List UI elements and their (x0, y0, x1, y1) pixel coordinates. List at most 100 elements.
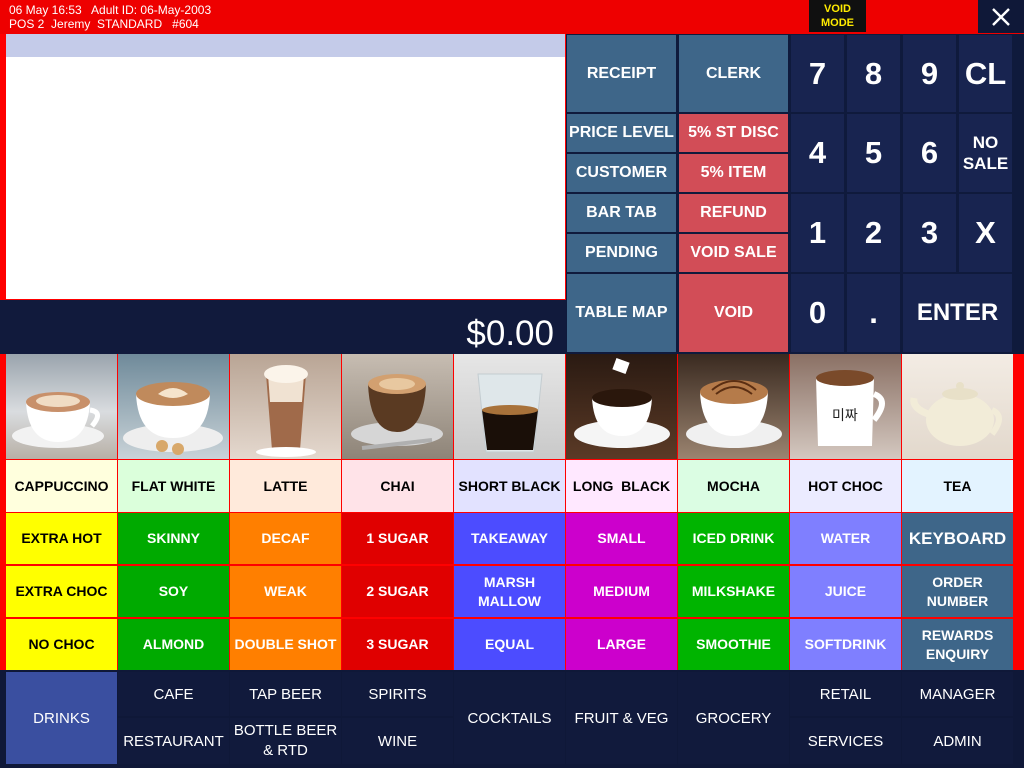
table-map-button[interactable]: TABLE MAP (567, 274, 676, 352)
product-label: SHORT BLACK (458, 478, 561, 494)
category-fruit-veg[interactable]: FRUIT & VEG (566, 672, 677, 764)
category-drinks[interactable]: DRINKS (6, 672, 117, 764)
item-disc-button[interactable]: 5% ITEM (679, 154, 788, 192)
modifier-2-sugar[interactable]: 2 SUGAR (342, 566, 453, 617)
cappuccino-image[interactable] (6, 354, 117, 459)
product-latte[interactable]: LATTE (230, 460, 341, 512)
no-sale-label: NO SALE (962, 133, 1009, 173)
product-mocha[interactable]: MOCHA (678, 460, 789, 512)
modifier-juice[interactable]: JUICE (790, 566, 901, 617)
modifier-soy[interactable]: SOY (118, 566, 229, 617)
product-chai[interactable]: CHAI (342, 460, 453, 512)
key-4[interactable]: 4 (791, 114, 844, 192)
price-level-button[interactable]: PRICE LEVEL (567, 114, 676, 152)
modifier-double-shot[interactable]: DOUBLE SHOT (230, 619, 341, 670)
mocha-image[interactable] (678, 354, 789, 459)
modifier-decaf[interactable]: DECAF (230, 513, 341, 564)
receipt-list[interactable] (6, 57, 565, 299)
close-button[interactable] (978, 0, 1024, 33)
modifier-softdrink[interactable]: SOFTDRINK (790, 619, 901, 670)
key-0-label: 0 (808, 295, 827, 330)
category-bottle-beer[interactable]: BOTTLE BEER & RTD (230, 718, 341, 764)
product-short-black[interactable]: SHORT BLACK (454, 460, 565, 512)
product-hot-choc[interactable]: HOT CHOC (790, 460, 901, 512)
short-black-image[interactable] (454, 354, 565, 459)
long-black-image[interactable] (566, 354, 677, 459)
modifier-label: ORDER NUMBER (926, 573, 989, 609)
product-flat-white[interactable]: FLAT WHITE (118, 460, 229, 512)
key-5[interactable]: 5 (847, 114, 900, 192)
void-sale-button[interactable]: VOID SALE (679, 234, 788, 272)
category-cafe[interactable]: CAFE (118, 672, 229, 716)
category-label: TAP BEER (249, 685, 322, 703)
flat-white-image[interactable] (118, 354, 229, 459)
modifier-weak[interactable]: WEAK (230, 566, 341, 617)
customer-button[interactable]: CUSTOMER (567, 154, 676, 192)
category-grocery[interactable]: GROCERY (678, 672, 789, 764)
category-cocktails[interactable]: COCKTAILS (454, 672, 565, 764)
latte-image[interactable] (230, 354, 341, 459)
modifier-order-number[interactable]: ORDER NUMBER (902, 566, 1013, 617)
bar-tab-button[interactable]: BAR TAB (567, 194, 676, 232)
category-wine[interactable]: WINE (342, 718, 453, 764)
key-8[interactable]: 8 (847, 35, 900, 112)
category-spirits[interactable]: SPIRITS (342, 672, 453, 716)
modifier-iced-drink[interactable]: ICED DRINK (678, 513, 789, 564)
enter-key[interactable]: ENTER (903, 274, 1012, 352)
category-manager[interactable]: MANAGER (902, 672, 1013, 716)
modifier-skinny[interactable]: SKINNY (118, 513, 229, 564)
tea-image[interactable] (902, 354, 1013, 459)
modifier-small[interactable]: SMALL (566, 513, 677, 564)
modifier-1-sugar[interactable]: 1 SUGAR (342, 513, 453, 564)
product-tea[interactable]: TEA (902, 460, 1013, 512)
modifier-label: ICED DRINK (692, 530, 775, 546)
no-sale-key[interactable]: NO SALE (959, 114, 1012, 192)
refund-button[interactable]: REFUND (679, 194, 788, 232)
modifier-3-sugar[interactable]: 3 SUGAR (342, 619, 453, 670)
key-6[interactable]: 6 (903, 114, 956, 192)
refund-label: REFUND (700, 204, 767, 221)
flat-white-cup-icon (123, 382, 223, 455)
multiply-key[interactable]: X (959, 194, 1012, 272)
modifier-large[interactable]: LARGE (566, 619, 677, 670)
product-cappuccino[interactable]: CAPPUCCINO (6, 460, 117, 512)
modifier-extra-choc[interactable]: EXTRA CHOC (6, 566, 117, 617)
modifier-smoothie[interactable]: SMOOTHIE (678, 619, 789, 670)
modifier-keyboard[interactable]: KEYBOARD (902, 513, 1013, 564)
modifier-equal[interactable]: EQUAL (454, 619, 565, 670)
receipt-button[interactable]: RECEIPT (567, 35, 676, 112)
modifier-takeaway[interactable]: TAKEAWAY (454, 513, 565, 564)
clear-key-label: CL (964, 55, 1007, 91)
category-restaurant[interactable]: RESTAURANT (118, 718, 229, 764)
modifier-label: NO CHOC (28, 636, 95, 652)
category-services[interactable]: SERVICES (790, 718, 901, 764)
modifier-extra-hot[interactable]: EXTRA HOT (6, 513, 117, 564)
decimal-key[interactable]: . (847, 274, 900, 352)
hot-choc-image[interactable]: 미짜 (790, 354, 901, 459)
key-1[interactable]: 1 (791, 194, 844, 272)
key-3[interactable]: 3 (903, 194, 956, 272)
category-admin[interactable]: ADMIN (902, 718, 1013, 764)
modifier-milkshake[interactable]: MILKSHAKE (678, 566, 789, 617)
category-retail[interactable]: RETAIL (790, 672, 901, 716)
modifier-almond[interactable]: ALMOND (118, 619, 229, 670)
modifier-rewards-enquiry[interactable]: REWARDS ENQUIRY (902, 619, 1013, 670)
key-2[interactable]: 2 (847, 194, 900, 272)
pending-button[interactable]: PENDING (567, 234, 676, 272)
st-disc-button[interactable]: 5% ST DISC (679, 114, 788, 152)
chai-image[interactable] (342, 354, 453, 459)
modifier-water[interactable]: WATER (790, 513, 901, 564)
modifier-no-choc[interactable]: NO CHOC (6, 619, 117, 670)
clear-key[interactable]: CL (959, 35, 1012, 112)
key-0[interactable]: 0 (791, 274, 844, 352)
void-button[interactable]: VOID (679, 274, 788, 352)
product-long-black[interactable]: LONG BLACK (566, 460, 677, 512)
terminal-info-line: POS 2 Jeremy STANDARD #604 (9, 17, 199, 31)
modifier-marsh-mallow[interactable]: MARSH MALLOW (454, 566, 565, 617)
category-tap-beer[interactable]: TAP BEER (230, 672, 341, 716)
key-9[interactable]: 9 (903, 35, 956, 112)
void-mode-badge: VOID MODE (809, 0, 866, 32)
key-7[interactable]: 7 (791, 35, 844, 112)
modifier-medium[interactable]: MEDIUM (566, 566, 677, 617)
clerk-button[interactable]: CLERK (679, 35, 788, 112)
